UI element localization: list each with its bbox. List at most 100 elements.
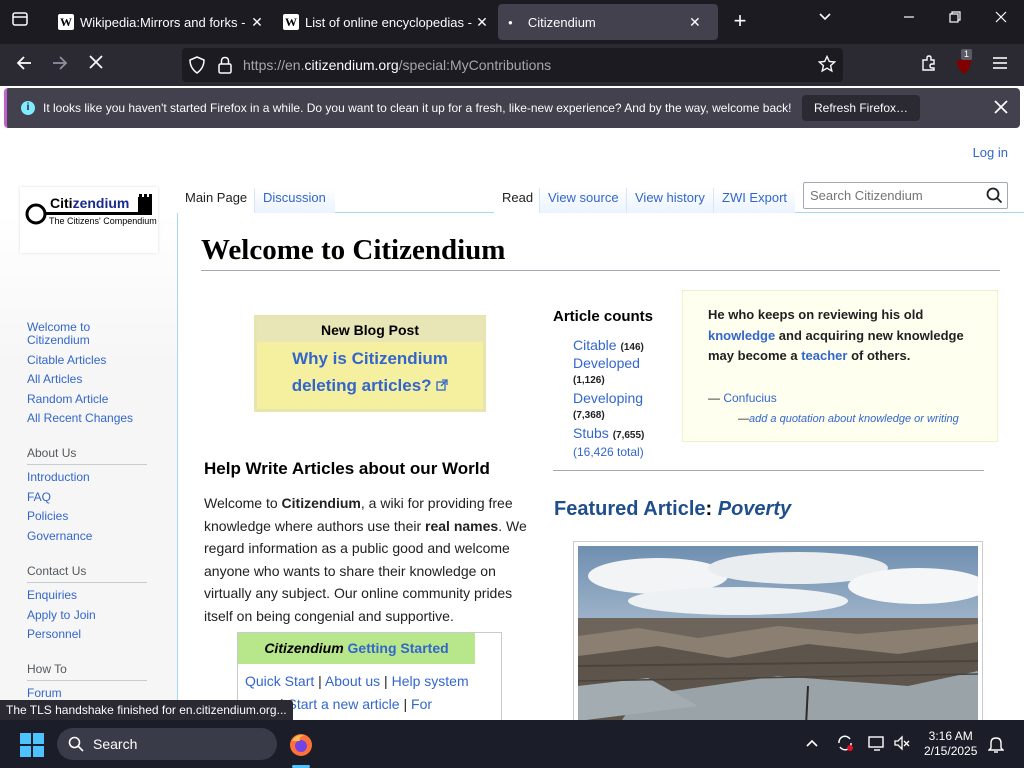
sidebar-item-forum[interactable]: Forum	[27, 687, 62, 700]
taskbar-clock[interactable]: 3:16 AM 2/15/2025	[924, 729, 977, 759]
tab-wikipedia-mirrors[interactable]: W Wikipedia:Mirrors and forks - W ✕	[48, 4, 266, 40]
tab-strip: W Wikipedia:Mirrors and forks - W ✕ W Li…	[0, 0, 1024, 44]
getting-started-link[interactable]: Getting Started	[348, 640, 449, 656]
logo-tagline: The Citizens' Compendium	[49, 216, 157, 226]
teacher-link[interactable]: teacher	[801, 348, 847, 363]
quick-start-link[interactable]: Quick Start	[245, 673, 314, 689]
sidebar-item-enquiries[interactable]: Enquiries	[27, 589, 77, 602]
tab-title: Citizendium	[527, 14, 596, 30]
volume-muted-icon[interactable]	[893, 734, 911, 757]
citizendium-logo[interactable]: Citizendium The Citizens' Compendium	[20, 187, 158, 253]
url-bar[interactable]: https://en.citizendium.org/special:MyCon…	[182, 48, 843, 82]
sidebar-heading-howto: How To	[27, 662, 67, 676]
tab-title: Wikipedia:Mirrors and forks - W	[80, 14, 248, 30]
close-tab-icon[interactable]: ✕	[686, 14, 704, 31]
bookmark-star-icon[interactable]	[817, 54, 837, 78]
page-title: Welcome to Citizendium	[201, 234, 1000, 271]
confucius-link[interactable]: Confucius	[723, 391, 776, 405]
sidebar-item-personnel[interactable]: Personnel	[27, 628, 81, 641]
help-write-heading: Help Write Articles about our World	[204, 459, 490, 478]
back-icon[interactable]	[13, 54, 35, 76]
tab-main-page[interactable]: Main Page	[177, 188, 256, 213]
tab-discussion[interactable]: Discussion	[254, 188, 335, 213]
intro-paragraph: Welcome to Citizendium, a wiki for provi…	[204, 495, 527, 624]
firefox-taskbar-icon[interactable]	[288, 732, 314, 763]
tab-citizendium[interactable]: ● Citizendium ✕	[498, 4, 718, 40]
restore-icon[interactable]	[943, 10, 967, 28]
display-icon[interactable]	[868, 734, 886, 757]
about-us-link[interactable]: About us	[325, 673, 380, 689]
tab-online-encyclopedias[interactable]: W List of online encyclopedias - W ✕	[273, 4, 491, 40]
ublock-extension-icon[interactable]: 1	[953, 49, 975, 76]
login-link[interactable]: Log in	[973, 145, 1008, 160]
sidebar-item-introduction[interactable]: Introduction	[27, 471, 90, 484]
stubs-count-link[interactable]: Stubs	[573, 425, 609, 441]
article-counts-heading: Article counts	[553, 308, 654, 325]
web-page: Log in Citizendium The Citizens' Compend…	[0, 132, 1024, 720]
article-counts-list: Citable (146) Developed (1,126) Developin…	[573, 337, 645, 459]
add-quotation: —add a quotation about knowledge or writ…	[738, 413, 959, 425]
new-tab-icon[interactable]: +	[728, 8, 752, 34]
list-tabs-chevron-icon[interactable]	[813, 10, 837, 29]
sidebar-item-welcome[interactable]: Welcome to Citizendium	[27, 321, 147, 347]
sync-icon[interactable]	[836, 734, 854, 757]
tab-zwi-export[interactable]: ZWI Export	[713, 188, 796, 213]
close-tab-icon[interactable]: ✕	[248, 14, 266, 31]
featured-article-image[interactable]	[573, 541, 988, 720]
article-counts-box: Article counts Citable (146) Developed (1…	[538, 290, 682, 459]
start-new-article-link[interactable]: Start a new article	[288, 696, 400, 712]
search-input[interactable]	[810, 188, 980, 203]
sidebar-item-random-article[interactable]: Random Article	[27, 393, 108, 406]
for-link[interactable]: For	[411, 696, 432, 712]
sidebar	[0, 212, 178, 720]
firefox-view-icon[interactable]	[8, 10, 32, 33]
sidebar-item-all-articles[interactable]: All Articles	[27, 373, 82, 386]
sidebar-item-faq[interactable]: FAQ	[27, 491, 51, 504]
show-hidden-icons-chevron-icon[interactable]	[805, 736, 819, 755]
sidebar-heading-about: About Us	[27, 446, 77, 460]
taskbar-search-label: Search	[93, 736, 138, 752]
status-tooltip: The TLS handshake finished for en.citize…	[0, 700, 293, 720]
developing-count-link[interactable]: Developing	[573, 390, 643, 406]
taskbar-search-box[interactable]: Search	[57, 728, 277, 760]
blog-post-link[interactable]: Why is Citizendium deleting articles?	[257, 342, 483, 399]
lock-icon[interactable]	[218, 56, 232, 79]
knowledge-link[interactable]: knowledge	[708, 328, 775, 343]
hamburger-menu-icon[interactable]	[989, 54, 1011, 76]
notification-message: It looks like you haven't started Firefo…	[43, 101, 792, 115]
tab-read[interactable]: Read	[494, 188, 542, 213]
add-quotation-link[interactable]: add a quotation about knowledge or writi…	[749, 413, 959, 425]
refresh-firefox-button[interactable]: Refresh Firefox…	[802, 95, 921, 121]
sidebar-item-policies[interactable]: Policies	[27, 510, 68, 523]
tracking-protection-shield-icon[interactable]	[189, 56, 205, 79]
sidebar-item-recent-changes[interactable]: All Recent Changes	[27, 412, 133, 425]
tab-view-source[interactable]: View source	[539, 188, 627, 213]
close-notification-icon[interactable]	[993, 99, 1009, 118]
featured-article-link[interactable]: Poverty	[718, 498, 791, 520]
developed-count-link[interactable]: Developed	[573, 355, 640, 371]
sidebar-divider	[27, 464, 147, 465]
sidebar-item-apply[interactable]: Apply to Join	[27, 609, 96, 622]
search-box	[803, 182, 1008, 209]
sidebar-divider	[27, 582, 147, 583]
clock-date: 2/15/2025	[924, 744, 978, 758]
close-tab-icon[interactable]: ✕	[473, 14, 491, 31]
blog-heading: New Blog Post	[257, 318, 483, 342]
sidebar-item-governance[interactable]: Governance	[27, 530, 92, 543]
minimize-icon[interactable]	[897, 10, 921, 28]
forward-icon[interactable]	[49, 54, 71, 76]
citable-count-link[interactable]: Citable	[573, 337, 617, 353]
tab-view-history[interactable]: View history	[626, 188, 713, 213]
quotation-author: — Confucius	[708, 391, 777, 405]
notification-bell-icon[interactable]	[987, 735, 1005, 758]
wikipedia-favicon-icon: W	[58, 14, 74, 30]
windows-start-icon[interactable]	[20, 733, 44, 762]
close-window-icon[interactable]	[989, 10, 1013, 28]
stop-loading-icon[interactable]	[85, 54, 107, 76]
search-icon[interactable]	[986, 187, 1003, 209]
sidebar-item-citable-articles[interactable]: Citable Articles	[27, 354, 106, 367]
help-system-link[interactable]: Help system	[392, 673, 469, 689]
extensions-puzzle-icon[interactable]	[918, 54, 940, 76]
url-text[interactable]: https://en.citizendium.org/special:MyCon…	[243, 57, 551, 73]
external-link-icon	[436, 379, 448, 391]
